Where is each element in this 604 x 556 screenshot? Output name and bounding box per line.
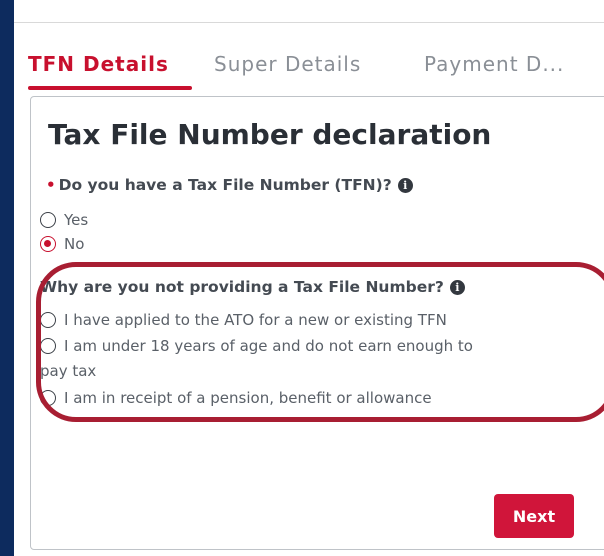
form-screen: TFN Details Super Details Payment D... T… (14, 0, 604, 556)
radio-no-label: No (64, 235, 85, 253)
reason-question-text: Why are you not providing a Tax File Num… (40, 278, 444, 296)
radio-pension-icon[interactable] (40, 390, 56, 406)
radio-option-applied-ato[interactable]: I have applied to the ATO for a new or e… (40, 310, 447, 329)
active-tab-indicator (28, 86, 192, 90)
info-icon[interactable]: i (397, 178, 413, 193)
tab-bar: TFN Details Super Details Payment D... (14, 44, 604, 92)
radio-applied-label: I have applied to the ATO for a new or e… (64, 311, 447, 329)
tfn-question-label: • Do you have a Tax File Number (TFN)? i (46, 176, 413, 194)
tab-tfn-details[interactable]: TFN Details (28, 52, 169, 76)
tfn-question-text: Do you have a Tax File Number (TFN)? (58, 176, 392, 194)
radio-pension-label: I am in receipt of a pension, benefit or… (64, 389, 432, 407)
radio-option-no[interactable]: No (40, 234, 84, 253)
radio-applied-icon[interactable] (40, 312, 56, 328)
info-icon[interactable]: i (449, 280, 465, 295)
radio-yes-label: Yes (64, 211, 89, 229)
next-button[interactable]: Next (494, 494, 574, 538)
page-title: Tax File Number declaration (48, 118, 492, 151)
top-bar (14, 0, 604, 23)
radio-yes-icon[interactable] (40, 212, 56, 228)
radio-option-under-18[interactable]: I am under 18 years of age and do not ea… (40, 336, 473, 355)
radio-option-pension[interactable]: I am in receipt of a pension, benefit or… (40, 388, 432, 407)
tab-super-details[interactable]: Super Details (214, 52, 361, 76)
radio-option-yes[interactable]: Yes (40, 210, 88, 229)
tab-payment-details[interactable]: Payment D... (424, 52, 564, 76)
radio-under18-label-continued: pay tax (40, 362, 97, 380)
radio-no-icon[interactable] (40, 236, 56, 252)
radio-under18-label: I am under 18 years of age and do not ea… (64, 337, 473, 355)
reason-question-label: Why are you not providing a Tax File Num… (40, 278, 465, 296)
radio-under18-icon[interactable] (40, 338, 56, 354)
required-marker: • (46, 176, 56, 194)
